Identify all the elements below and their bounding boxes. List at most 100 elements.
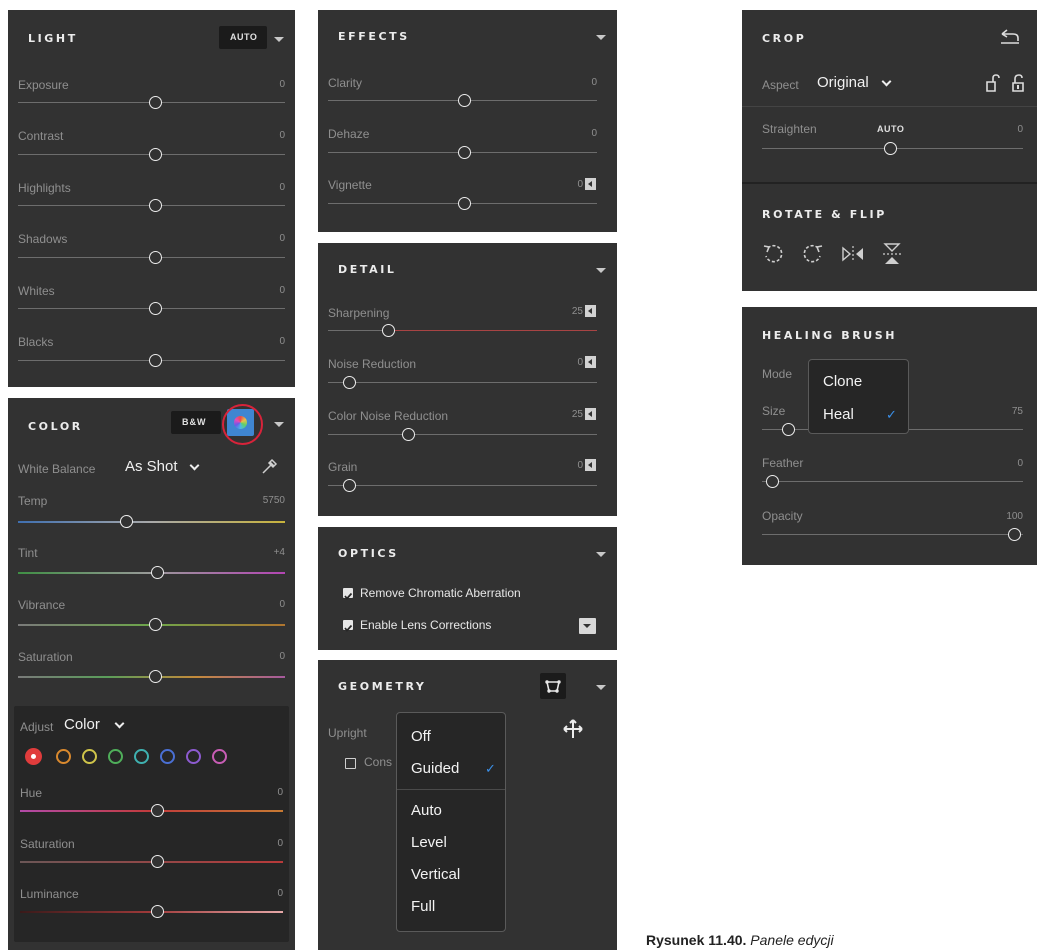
blacks-knob[interactable]: [149, 354, 162, 367]
slider-value: 0: [277, 787, 283, 798]
rotate-right-icon[interactable]: [802, 243, 824, 265]
chevron-down-icon: [189, 460, 200, 471]
slider-value: 0: [279, 285, 285, 296]
bw-button[interactable]: B&W: [171, 411, 221, 434]
light-collapse-chevron-icon[interactable]: [274, 37, 284, 42]
menu-item-clone[interactable]: Clone: [823, 373, 862, 390]
flip-vertical-icon[interactable]: [880, 242, 904, 266]
slider-value: 0: [279, 79, 285, 90]
slider-value: 0: [279, 651, 285, 662]
menu-item-auto[interactable]: Auto: [411, 802, 442, 819]
checkmark-icon: [344, 592, 353, 600]
healing-brush-title: HEALING BRUSH: [762, 329, 898, 342]
whites-knob[interactable]: [149, 302, 162, 315]
menu-item-off[interactable]: Off: [411, 728, 431, 745]
color-noise-reduction-slider[interactable]: [328, 434, 597, 435]
eyedropper-icon[interactable]: [260, 458, 278, 476]
vignette-knob[interactable]: [458, 197, 471, 210]
swatch-red[interactable]: [25, 748, 42, 765]
tint-knob[interactable]: [151, 566, 164, 579]
mode-dropdown-menu: Clone Heal ✓: [808, 359, 909, 434]
light-panel: LIGHT AUTO Exposure 0 Contrast 0 Highlig…: [8, 10, 295, 387]
lens-profile-button[interactable]: [579, 618, 596, 634]
mixer-saturation-knob[interactable]: [151, 855, 164, 868]
swatch-green[interactable]: [108, 749, 123, 764]
flip-horizontal-icon[interactable]: [841, 243, 865, 265]
noise-reduction-slider[interactable]: [328, 382, 597, 383]
remove-chromatic-aberration-checkbox[interactable]: [343, 588, 353, 600]
figure-caption: Rysunek 11.40. Panele edycji: [646, 932, 834, 948]
swatch-purple[interactable]: [186, 749, 201, 764]
menu-item-full[interactable]: Full: [411, 898, 435, 915]
constrain-label: Cons: [364, 755, 393, 769]
menu-item-level[interactable]: Level: [411, 834, 447, 851]
swatch-yellow[interactable]: [82, 749, 97, 764]
grain-knob[interactable]: [343, 479, 356, 492]
slider-value: 0: [577, 460, 583, 471]
sharpening-expand-icon[interactable]: [585, 305, 596, 317]
constrain-checkbox[interactable]: [345, 758, 356, 769]
swatch-blue[interactable]: [160, 749, 175, 764]
rotate-left-icon[interactable]: [762, 243, 784, 265]
grain-expand-icon[interactable]: [585, 459, 596, 471]
sharpening-knob[interactable]: [382, 324, 395, 337]
effects-collapse-chevron-icon[interactable]: [596, 35, 606, 40]
noise-reduction-expand-icon[interactable]: [585, 356, 596, 368]
temp-knob[interactable]: [120, 515, 133, 528]
shadows-knob[interactable]: [149, 251, 162, 264]
vignette-expand-icon[interactable]: [585, 178, 596, 190]
detail-collapse-chevron-icon[interactable]: [596, 268, 606, 273]
guided-upright-button[interactable]: [540, 673, 566, 699]
unlock-icon[interactable]: [1010, 74, 1026, 92]
sharpening-slider[interactable]: [328, 330, 597, 331]
menu-item-vertical[interactable]: Vertical: [411, 866, 460, 883]
vibrance-knob[interactable]: [149, 618, 162, 631]
move-tool-icon[interactable]: [562, 718, 584, 740]
temp-slider[interactable]: [18, 521, 285, 523]
effects-title: EFFECTS: [338, 30, 410, 43]
menu-item-guided[interactable]: Guided: [411, 760, 459, 777]
hue-knob[interactable]: [151, 804, 164, 817]
saturation-knob[interactable]: [149, 670, 162, 683]
feather-slider[interactable]: [762, 481, 1023, 482]
crop-title: CROP: [762, 32, 807, 45]
slider-label: Hue: [20, 786, 43, 800]
white-balance-dropdown[interactable]: As Shot: [125, 458, 200, 476]
adjust-dropdown[interactable]: Color: [64, 716, 125, 734]
swatch-orange[interactable]: [56, 749, 71, 764]
geometry-title: GEOMETRY: [338, 680, 427, 693]
geometry-collapse-chevron-icon[interactable]: [596, 685, 606, 690]
feather-knob[interactable]: [766, 475, 779, 488]
aspect-label: Aspect: [762, 78, 799, 92]
opacity-slider[interactable]: [762, 534, 1023, 535]
straighten-auto-button[interactable]: AUTO: [877, 124, 904, 134]
exposure-knob[interactable]: [149, 96, 162, 109]
slider-label: Saturation: [18, 650, 73, 664]
optics-collapse-chevron-icon[interactable]: [596, 552, 606, 557]
aspect-dropdown[interactable]: Original: [817, 74, 892, 92]
auto-button[interactable]: AUTO: [219, 26, 267, 49]
size-knob[interactable]: [782, 423, 795, 436]
contrast-knob[interactable]: [149, 148, 162, 161]
swatch-aqua[interactable]: [134, 749, 149, 764]
noise-reduction-knob[interactable]: [343, 376, 356, 389]
enable-lens-corrections-checkbox[interactable]: [343, 620, 353, 632]
reset-icon[interactable]: [998, 29, 1020, 45]
color-noise-reduction-knob[interactable]: [402, 428, 415, 441]
slider-value: 25: [571, 409, 583, 420]
menu-item-heal[interactable]: Heal: [823, 406, 854, 423]
color-noise-expand-icon[interactable]: [585, 408, 596, 420]
orientation-lock-icon[interactable]: [985, 74, 1001, 92]
color-collapse-chevron-icon[interactable]: [274, 422, 284, 427]
geometry-panel: GEOMETRY Upright Cons Off Guided ✓ Auto …: [318, 660, 617, 950]
swatch-magenta[interactable]: [212, 749, 227, 764]
clarity-knob[interactable]: [458, 94, 471, 107]
opacity-knob[interactable]: [1008, 528, 1021, 541]
upright-dropdown-menu: Off Guided ✓ Auto Level Vertical Full: [396, 712, 506, 932]
grain-slider[interactable]: [328, 485, 597, 486]
slider-label: Noise Reduction: [328, 357, 417, 371]
luminance-knob[interactable]: [151, 905, 164, 918]
highlights-knob[interactable]: [149, 199, 162, 212]
dehaze-knob[interactable]: [458, 146, 471, 159]
straighten-knob[interactable]: [884, 142, 897, 155]
